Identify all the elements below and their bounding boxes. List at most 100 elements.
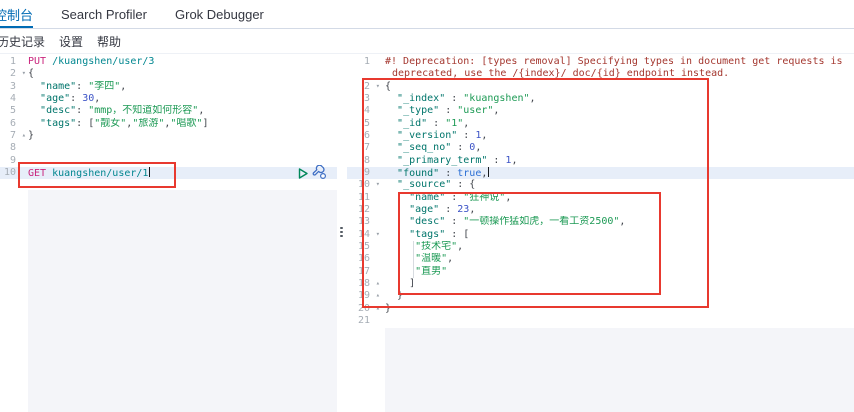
- editor-line[interactable]: 9: [0, 155, 337, 167]
- fold-toggle-icon[interactable]: ▾: [376, 178, 380, 190]
- play-icon: [297, 167, 309, 180]
- text-cursor: [149, 167, 150, 177]
- editor-line[interactable]: 3 "name": "李四",: [0, 81, 337, 93]
- code-token: [385, 118, 397, 129]
- fold-toggle-icon[interactable]: ▴: [376, 277, 380, 289]
- response-output-panel[interactable]: 1#! Deprecation: [types removal] Specify…: [347, 54, 854, 412]
- menu-history[interactable]: 历史记录: [0, 33, 45, 50]
- code-token: [28, 105, 40, 116]
- editor-line[interactable]: 7 "_seq_no" : 0,: [347, 142, 854, 154]
- code-token: 23: [457, 204, 469, 215]
- editor-line[interactable]: 10GET kuangshen/user/1: [0, 167, 337, 179]
- fold-toggle-icon[interactable]: ▾: [22, 67, 26, 79]
- code-token: "found": [397, 168, 439, 179]
- code-token: [385, 168, 397, 179]
- line-number: 7▴: [0, 130, 28, 142]
- editor-line[interactable]: 2▾{: [0, 68, 337, 80]
- code-token: ,: [457, 241, 463, 252]
- fold-toggle-icon[interactable]: ▾: [376, 80, 380, 92]
- code-token: ,: [198, 105, 204, 116]
- code-token: "name": [409, 192, 445, 203]
- code-token: :: [439, 168, 457, 179]
- editor-line[interactable]: 8 "_primary_term" : 1,: [347, 155, 854, 167]
- code-token: "_id": [397, 118, 427, 129]
- line-number: 6: [347, 130, 385, 142]
- editor-line[interactable]: 5 "desc": "mmp，不知道如何形容",: [0, 105, 337, 117]
- code-token: [385, 241, 415, 252]
- fold-toggle-icon[interactable]: ▾: [376, 228, 380, 240]
- editor-line-wrap[interactable]: deprecated, use the /{index}/_doc/{id} e…: [347, 68, 854, 80]
- code-token: [385, 253, 415, 264]
- line-number: 8: [347, 155, 385, 167]
- editor-line[interactable]: 6 "_version" : 1,: [347, 130, 854, 142]
- code-token: GET: [28, 168, 46, 179]
- editor-line[interactable]: 13 "desc" : "一顿操作猛如虎，一看工资2500",: [347, 216, 854, 228]
- code-token: "1": [445, 118, 463, 129]
- line-number: 10: [0, 167, 28, 179]
- editor-line[interactable]: 1#! Deprecation: [types removal] Specify…: [347, 56, 854, 68]
- code-token: kuangshen/user/1: [52, 168, 148, 179]
- editor-line[interactable]: 16 "温暖",: [347, 253, 854, 265]
- editor-line[interactable]: 2▾{: [347, 81, 854, 93]
- editor-line[interactable]: 1PUT /kuangshen/user/3: [0, 56, 337, 68]
- editor-line[interactable]: 19▴ }: [347, 290, 854, 302]
- editor-line[interactable]: 21: [347, 315, 854, 327]
- code-token: }: [385, 290, 403, 301]
- editor-line[interactable]: 10▾ "_source" : {: [347, 179, 854, 191]
- drag-handle-icon[interactable]: [340, 227, 344, 237]
- code-token: }: [28, 130, 34, 141]
- send-request-button[interactable]: [297, 167, 309, 185]
- code-token: [385, 130, 397, 141]
- code-token: "_index": [397, 93, 445, 104]
- line-number: 15: [347, 241, 385, 253]
- editor-line[interactable]: 15 "技术宅",: [347, 241, 854, 253]
- editor-line[interactable]: 9 "found" : true,: [347, 167, 854, 179]
- editor-line[interactable]: 4 "age": 30,: [0, 93, 337, 105]
- code-token: [385, 216, 409, 227]
- request-editor-panel[interactable]: 1PUT /kuangshen/user/32▾{3 "name": "李四",…: [0, 54, 337, 412]
- request-options-button[interactable]: [312, 165, 327, 185]
- editor-empty-area: [28, 190, 337, 412]
- line-number: 16: [347, 253, 385, 265]
- editor-empty-area: [385, 328, 854, 412]
- tab-search-profiler[interactable]: Search Profiler: [61, 0, 147, 28]
- code-token: ,: [511, 155, 517, 166]
- tab-console[interactable]: 控制台: [0, 0, 33, 28]
- fold-toggle-icon[interactable]: ▴: [376, 302, 380, 314]
- code-token: "一顿操作猛如虎，一看工资2500": [463, 216, 619, 227]
- code-token: "desc": [409, 216, 445, 227]
- code-token: "_source": [397, 179, 451, 190]
- code-token: "狂神说": [463, 192, 505, 203]
- code-token: : [: [445, 229, 469, 240]
- fold-toggle-icon[interactable]: ▴: [22, 129, 26, 141]
- editor-line[interactable]: 5 "_id" : "1",: [347, 118, 854, 130]
- code-token: "tags": [40, 118, 76, 129]
- code-token: "_type": [397, 105, 439, 116]
- editor-line[interactable]: 18▴ ]: [347, 278, 854, 290]
- tab-grok-debugger[interactable]: Grok Debugger: [175, 0, 264, 28]
- editor-line[interactable]: 20▴}: [347, 303, 854, 315]
- code-token: :: [76, 81, 88, 92]
- code-token: ,: [481, 130, 487, 141]
- code-token: :: [439, 105, 457, 116]
- editor-line[interactable]: 4 "_type" : "user",: [347, 105, 854, 117]
- editor-line[interactable]: 3 "_index" : "kuangshen",: [347, 93, 854, 105]
- editor-line[interactable]: 14▾ "tags" : [: [347, 229, 854, 241]
- line-number: 2▾: [347, 81, 385, 93]
- menu-help[interactable]: 帮助: [97, 33, 121, 50]
- editor-line[interactable]: 7▴}: [0, 130, 337, 142]
- line-number: 10▾: [347, 179, 385, 191]
- editor-line[interactable]: 12 "age" : 23,: [347, 204, 854, 216]
- text-cursor: [488, 167, 489, 177]
- code-token: : {: [451, 179, 475, 190]
- line-number: 9: [0, 155, 28, 167]
- code-token: [385, 179, 397, 190]
- editor-line[interactable]: 6 "tags": ["靓女","旅游","唱歌"]: [0, 118, 337, 130]
- code-token: [385, 229, 409, 240]
- code-token: :: [70, 93, 82, 104]
- editor-line[interactable]: 11 "name" : "狂神说",: [347, 192, 854, 204]
- fold-toggle-icon[interactable]: ▴: [376, 289, 380, 301]
- editor-line[interactable]: 8: [0, 142, 337, 154]
- menu-settings[interactable]: 设置: [59, 33, 83, 50]
- editor-line[interactable]: 17 "直男": [347, 266, 854, 278]
